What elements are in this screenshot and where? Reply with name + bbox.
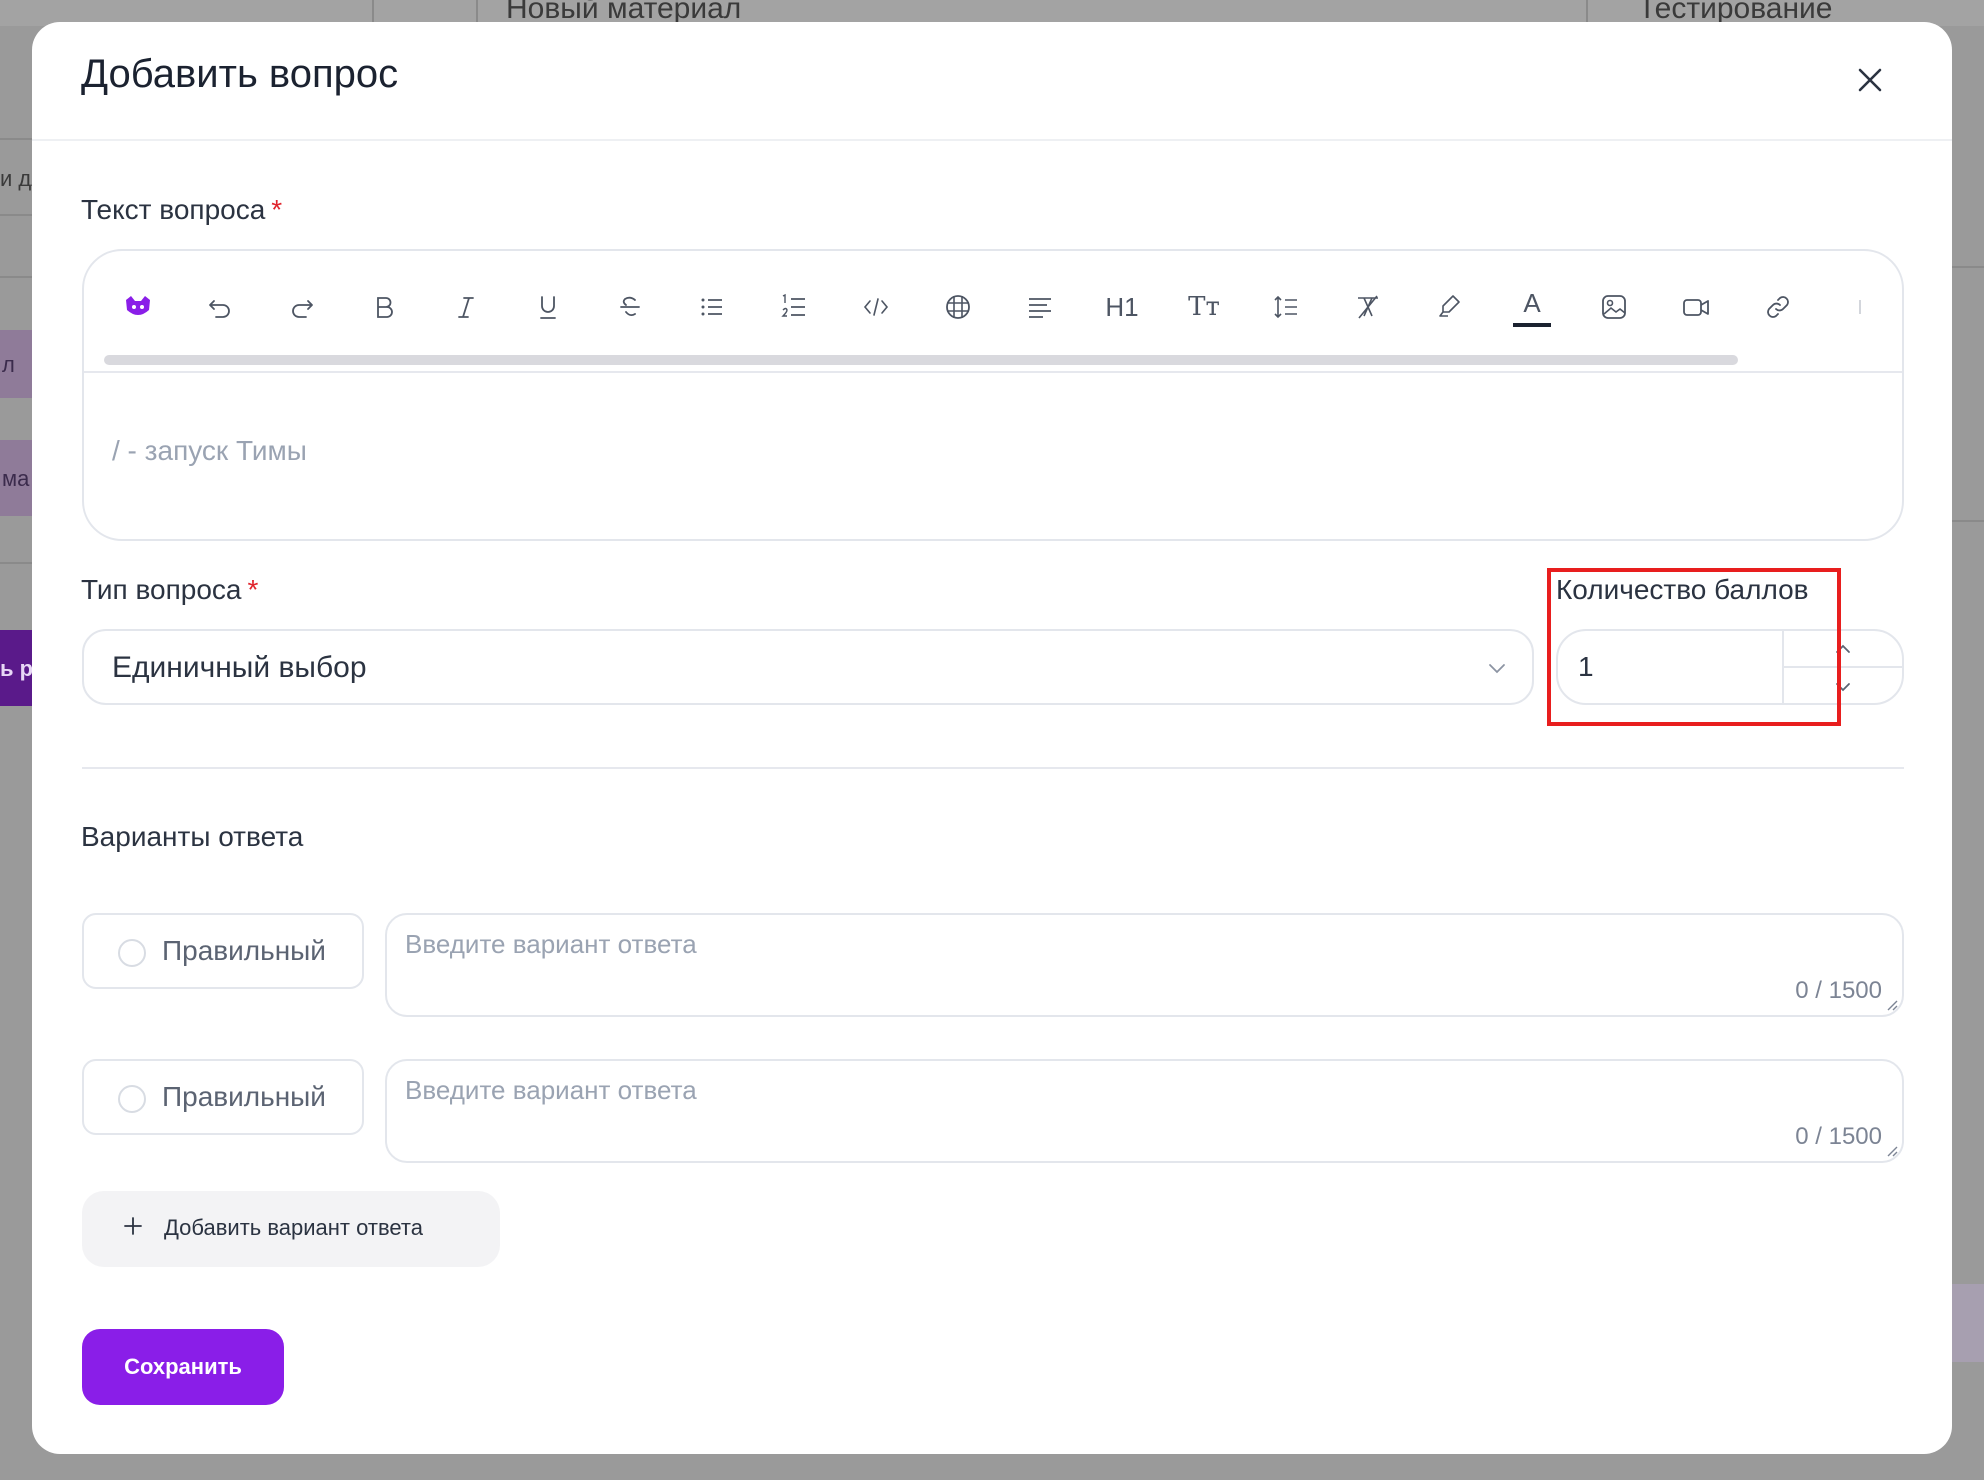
toolbar-scrollbar[interactable]: [104, 355, 1738, 365]
required-mark: *: [247, 574, 259, 605]
answer-input[interactable]: Введите вариант ответа 0 / 1500: [385, 1059, 1904, 1163]
add-answer-button[interactable]: Добавить вариант ответа: [82, 1191, 500, 1267]
align-icon: [1029, 298, 1051, 318]
heading-button[interactable]: H1: [1098, 287, 1146, 327]
question-text-label: Текст вопроса *: [81, 194, 282, 226]
strikethrough-button[interactable]: [606, 287, 654, 327]
question-type-select[interactable]: Единичный выбор: [82, 629, 1534, 705]
question-text-label-text: Текст вопроса: [81, 194, 266, 225]
background-primary-chip: ь р: [0, 630, 32, 706]
text-size-button[interactable]: Tт: [1180, 287, 1228, 327]
background-right-block: [1948, 1284, 1984, 1362]
link-button[interactable]: [1754, 287, 1802, 327]
answer-correct-label: Правильный: [162, 935, 326, 966]
close-button[interactable]: [1848, 58, 1892, 102]
bullet-list-icon: [701, 298, 722, 316]
numbered-list-button[interactable]: [770, 287, 818, 327]
answer-char-counter: 0 / 1500: [1795, 977, 1882, 1004]
font-color-label: A: [1523, 287, 1541, 318]
line-height-button[interactable]: [1262, 287, 1310, 327]
align-button[interactable]: [1016, 287, 1064, 327]
add-question-modal: Добавить вопрос Текст вопроса * H1 Tт A …: [32, 22, 1952, 1454]
link-icon: [1767, 296, 1789, 318]
points-highlight-box: [1547, 568, 1841, 726]
background-line: [0, 276, 32, 278]
video-button[interactable]: [1672, 287, 1720, 327]
close-icon: [1858, 68, 1882, 92]
undo-icon: [209, 300, 230, 318]
bold-icon: [377, 297, 393, 318]
numbered-list-icon: [781, 293, 805, 317]
resize-handle-icon[interactable]: [1884, 997, 1898, 1011]
answers-section-title: Варианты ответа: [81, 821, 304, 852]
image-button[interactable]: [1590, 287, 1638, 327]
background-line: [1948, 520, 1984, 522]
answer-placeholder: Введите вариант ответа: [405, 929, 697, 959]
save-button[interactable]: Сохранить: [82, 1329, 284, 1405]
video-icon: [1683, 299, 1709, 316]
modal-title: Добавить вопрос: [81, 52, 399, 96]
question-type-label-text: Тип вопроса: [81, 574, 242, 605]
tima-icon: [126, 296, 150, 315]
background-line: [0, 138, 32, 140]
modal-header: Добавить вопрос: [32, 22, 1952, 141]
code-button[interactable]: [852, 287, 900, 327]
plus-icon: [124, 1217, 142, 1235]
underline-button[interactable]: [524, 287, 572, 327]
redo-icon: [292, 300, 313, 318]
toolbar-more-button[interactable]: [1836, 287, 1884, 327]
separator-icon: [1859, 300, 1861, 314]
question-type-value: Единичный выбор: [112, 651, 367, 684]
bullet-list-button[interactable]: [688, 287, 736, 327]
heading-label: H1: [1105, 291, 1139, 322]
table-icon: [946, 295, 970, 319]
radio-icon: [118, 1085, 146, 1113]
background-line: [0, 214, 32, 216]
editor-toolbar: H1 Tт A: [84, 251, 1902, 373]
font-color-swatch: [1513, 322, 1551, 327]
question-text-editor[interactable]: H1 Tт A / - запуск Тимы: [82, 249, 1904, 541]
highlighter-icon: [1439, 295, 1460, 317]
answer-char-counter: 0 / 1500: [1795, 1123, 1882, 1150]
underline-icon: [540, 296, 556, 319]
background-line: [1948, 266, 1984, 268]
section-divider: [82, 767, 1904, 769]
answer-correct-toggle[interactable]: Правильный: [82, 1059, 364, 1135]
line-height-icon: [1274, 295, 1297, 319]
answer-correct-label: Правильный: [162, 1081, 326, 1112]
editor-placeholder: / - запуск Тимы: [112, 435, 307, 466]
radio-icon: [118, 939, 146, 967]
tima-button[interactable]: [114, 287, 162, 327]
answer-correct-toggle[interactable]: Правильный: [82, 913, 364, 989]
background-chip: л: [0, 330, 32, 398]
image-icon: [1602, 295, 1626, 319]
answer-placeholder: Введите вариант ответа: [405, 1075, 697, 1105]
question-type-label: Тип вопроса *: [81, 574, 258, 606]
undo-button[interactable]: [196, 287, 244, 327]
clear-format-icon: [1358, 295, 1378, 319]
italic-button[interactable]: [442, 287, 490, 327]
resize-handle-icon[interactable]: [1884, 1143, 1898, 1157]
background-chip: ма: [0, 440, 32, 516]
code-icon: [863, 298, 889, 316]
add-answer-label: Добавить вариант ответа: [164, 1215, 423, 1240]
text-size-label: Tт: [1188, 292, 1220, 322]
redo-button[interactable]: [278, 287, 326, 327]
italic-icon: [458, 297, 474, 318]
background-line: [0, 562, 32, 564]
strikethrough-icon: [620, 296, 640, 317]
bold-button[interactable]: [360, 287, 408, 327]
font-color-button[interactable]: A: [1508, 287, 1556, 327]
table-button[interactable]: [934, 287, 982, 327]
answer-input[interactable]: Введите вариант ответа 0 / 1500: [385, 913, 1904, 1017]
background-side-text: и дл: [0, 166, 32, 191]
chevron-down-icon: [1489, 664, 1505, 674]
highlighter-button[interactable]: [1426, 287, 1474, 327]
required-mark: *: [271, 194, 283, 225]
clear-format-button[interactable]: [1344, 287, 1392, 327]
